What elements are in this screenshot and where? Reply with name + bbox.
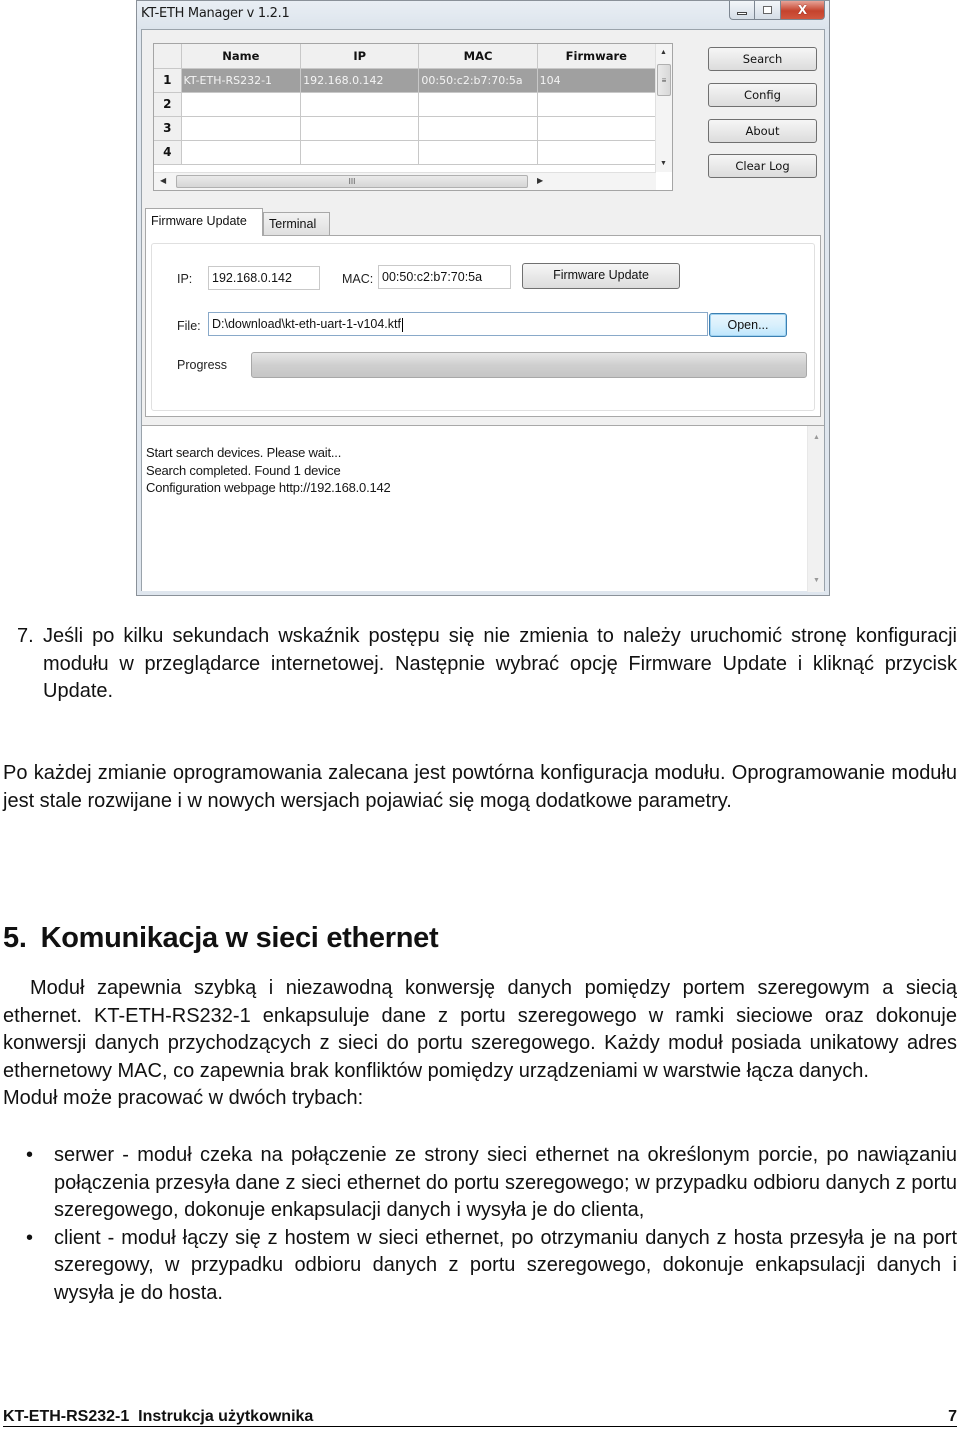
open-file-button[interactable]: Open... — [709, 313, 787, 337]
file-label: File: — [177, 319, 201, 333]
close-icon: X — [797, 3, 808, 17]
progress-label: Progress — [177, 358, 228, 372]
vertical-scroll-thumb[interactable]: ≡ — [657, 64, 671, 96]
kt-eth-manager-window: KT-ETH Manager v 1.2.1 X Name IP MAC Fir… — [136, 0, 830, 596]
intro-paragraph: Moduł zapewnia szybką i niezawodną konwe… — [3, 977, 957, 1082]
cell-ip[interactable]: 192.168.0.142 — [300, 68, 420, 93]
section-intro: Moduł zapewnia szybką i niezawodną konwe… — [3, 975, 957, 1113]
log-text: Start search devices. Please wait... Sea… — [146, 444, 391, 497]
clear-log-button[interactable]: Clear Log — [708, 154, 817, 178]
section-heading: 5. Komunikacja w sieci ethernet — [3, 922, 439, 955]
step-text: Jeśli po kilku sekundach wskaźnik postęp… — [43, 625, 957, 702]
search-button[interactable]: Search — [708, 47, 817, 71]
column-header-name[interactable]: Name — [181, 44, 302, 69]
maximize-icon — [763, 6, 772, 14]
grid-horizontal-scrollbar[interactable]: ◀ III ▶ — [154, 172, 656, 190]
mode-item-client: • client - moduł łączy się z hostem w si… — [3, 1225, 957, 1308]
cell-name[interactable] — [181, 92, 302, 117]
log-line: Start search devices. Please wait... — [146, 445, 342, 460]
tab-firmware-update[interactable]: Firmware Update — [145, 208, 263, 236]
mac-label: MAC: — [342, 272, 374, 286]
scroll-down-arrow-icon[interactable]: ▼ — [660, 160, 667, 167]
mode-text: client - moduł łączy się z hostem w siec… — [54, 1226, 957, 1304]
device-row[interactable]: 4 — [154, 140, 657, 165]
modes-list: • serwer - moduł czeka na połączenie ze … — [3, 1142, 957, 1307]
log-panel[interactable]: Start search devices. Please wait... Sea… — [142, 425, 824, 592]
cell-name[interactable] — [181, 116, 302, 141]
firmware-update-group: IP: 192.168.0.142 MAC: 00:50:c2:b7:70:5a… — [151, 243, 815, 411]
cell-firmware[interactable] — [537, 92, 657, 117]
cell-name[interactable] — [181, 140, 302, 165]
section-number: 5. — [3, 922, 27, 954]
column-header-firmware[interactable]: Firmware — [537, 44, 657, 69]
window-title: KT-ETH Manager v 1.2.1 — [141, 6, 290, 21]
scroll-right-arrow-icon[interactable]: ▶ — [537, 176, 543, 185]
about-button[interactable]: About — [708, 119, 817, 143]
device-grid[interactable]: Name IP MAC Firmware 1 KT-ETH-RS232-1 19… — [153, 43, 673, 191]
title-bar: KT-ETH Manager v 1.2.1 X — [137, 1, 829, 29]
cell-firmware[interactable]: 104 — [537, 68, 657, 93]
page-footer: KT-ETH-RS232-1 Instrukcja użytkownika 7 — [3, 1408, 957, 1427]
bullet-icon: • — [26, 1226, 34, 1249]
firmware-update-panel: IP: 192.168.0.142 MAC: 00:50:c2:b7:70:5a… — [145, 235, 821, 417]
file-path-value: D:\download\kt-eth-uart-1-v104.ktf — [212, 317, 401, 331]
cell-ip[interactable] — [300, 92, 420, 117]
modes-intro: Moduł może pracować w dwóch trybach: — [3, 1087, 364, 1109]
section-title: Komunikacja w sieci ethernet — [40, 922, 439, 954]
device-row[interactable]: 1 KT-ETH-RS232-1 192.168.0.142 00:50:c2:… — [154, 68, 657, 93]
cell-firmware[interactable] — [537, 116, 657, 141]
cell-firmware[interactable] — [537, 140, 657, 165]
log-vertical-scrollbar[interactable]: ▲ ▼ — [807, 426, 824, 592]
close-button[interactable]: X — [781, 1, 825, 20]
ip-field[interactable]: 192.168.0.142 — [208, 266, 320, 290]
window-controls: X — [729, 1, 825, 21]
scroll-left-arrow-icon[interactable]: ◀ — [160, 176, 166, 185]
scroll-up-arrow-icon[interactable]: ▲ — [813, 434, 820, 441]
cell-ip[interactable] — [300, 116, 420, 141]
page-number: 7 — [948, 1408, 957, 1425]
scroll-down-arrow-icon[interactable]: ▼ — [813, 577, 820, 584]
mode-text: serwer - moduł czeka na połączenie ze st… — [54, 1144, 957, 1221]
firmware-update-button[interactable]: Firmware Update — [522, 263, 680, 289]
step-number: 7. — [17, 625, 34, 647]
cell-name[interactable]: KT-ETH-RS232-1 — [181, 68, 302, 93]
cell-mac[interactable] — [418, 92, 538, 117]
window-client-area: Name IP MAC Firmware 1 KT-ETH-RS232-1 19… — [141, 29, 825, 592]
cell-ip[interactable] — [300, 140, 420, 165]
firmware-note-paragraph: Po każdej zmianie oprogramowania zalecan… — [3, 762, 957, 812]
column-header-mac[interactable]: MAC — [418, 44, 538, 69]
config-button[interactable]: Config — [708, 83, 817, 107]
file-path-field[interactable]: D:\download\kt-eth-uart-1-v104.ktf — [208, 312, 708, 336]
row-header[interactable]: 4 — [154, 140, 182, 165]
cell-mac[interactable]: 00:50:c2:b7:70:5a — [418, 68, 538, 93]
cell-mac[interactable] — [418, 116, 538, 141]
mode-item-server: • serwer - moduł czeka na połączenie ze … — [3, 1142, 957, 1225]
row-header[interactable]: 1 — [154, 68, 182, 93]
grid-vertical-scrollbar[interactable]: ▲ ≡ ▼ — [655, 44, 672, 172]
cell-mac[interactable] — [418, 140, 538, 165]
log-line: Configuration webpage http://192.168.0.1… — [146, 480, 391, 495]
ip-label: IP: — [177, 272, 193, 286]
device-row[interactable]: 3 — [154, 116, 657, 141]
text-caret — [401, 317, 403, 332]
log-line: Search completed. Found 1 device — [146, 462, 341, 478]
device-table: Name IP MAC Firmware 1 KT-ETH-RS232-1 19… — [154, 44, 657, 165]
row-header[interactable]: 3 — [154, 116, 182, 141]
minimize-icon — [737, 11, 747, 15]
footer-title: KT-ETH-RS232-1 Instrukcja użytkownika — [3, 1408, 314, 1425]
device-row[interactable]: 2 — [154, 92, 657, 117]
mac-field[interactable]: 00:50:c2:b7:70:5a — [378, 265, 511, 289]
progress-bar — [251, 352, 807, 378]
scroll-up-arrow-icon[interactable]: ▲ — [660, 49, 667, 56]
row-header[interactable]: 2 — [154, 92, 182, 117]
column-header-ip[interactable]: IP — [300, 44, 420, 69]
horizontal-scroll-thumb[interactable]: III — [176, 175, 528, 188]
maximize-button[interactable] — [755, 1, 781, 20]
tab-terminal[interactable]: Terminal — [263, 212, 330, 236]
minimize-button[interactable] — [729, 1, 755, 20]
grid-corner-cell — [154, 44, 182, 69]
grid-header-row: Name IP MAC Firmware — [154, 44, 657, 69]
bullet-icon: • — [26, 1144, 34, 1166]
